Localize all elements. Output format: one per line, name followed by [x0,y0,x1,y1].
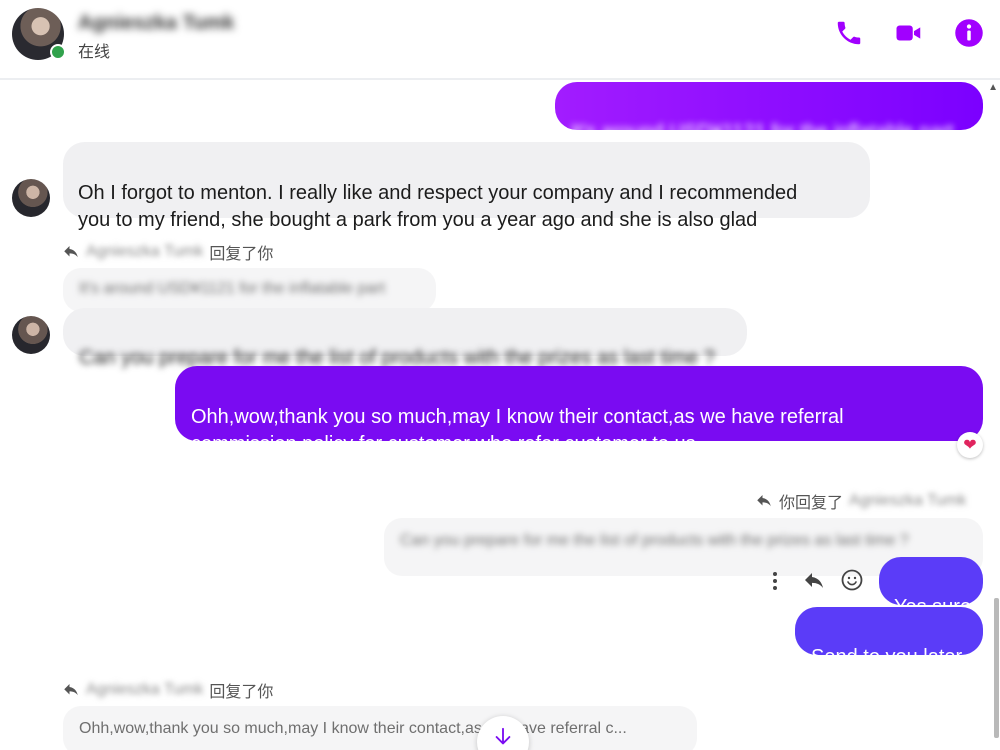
online-status-dot [50,44,66,60]
reply-indicator: Agnieszka Tumk 回复了你 [62,678,273,702]
outgoing-message-bubble[interactable]: It's around USD¥1121 for the inflatable … [555,82,983,143]
quoted-message[interactable]: It's around USD¥1121 for the inflatable … [63,268,436,312]
quoted-text: It's around USD¥1121 for the inflatable … [79,280,386,297]
chat-window: Agnieszka Tumk 在线 ▲ It's around USD¥1121… [0,0,1000,750]
scrollbar-thumb[interactable] [994,598,999,738]
contact-name[interactable]: Agnieszka Tumk [78,12,234,35]
reply-indicator: 你回复了 Agnieszka Tumk [755,489,966,513]
reply-arrow-icon [755,492,773,510]
reply-contact-name: Agnieszka Tumk [86,243,204,260]
heart-reaction-icon[interactable]: ❤ [957,432,983,458]
contact-avatar-small[interactable] [12,179,50,217]
video-camera-icon[interactable] [894,18,924,48]
more-options-icon[interactable] [763,569,787,593]
chat-header: Agnieszka Tumk 在线 [0,0,1000,80]
reaction-emoji: ❤ [963,437,977,454]
scroll-up-arrow-icon[interactable]: ▲ [988,82,998,93]
reply-label: 回复了你 [209,246,274,263]
quoted-text: Can you prepare for me the list of produ… [400,532,909,549]
incoming-message-bubble[interactable]: Oh I forgot to menton. I really like and… [63,142,870,231]
quoted-text: Ohh,wow,thank you so much,may I know the… [79,720,627,737]
arrow-down-icon [495,727,511,745]
reply-contact-name: Agnieszka Tumk [86,681,204,698]
message-text: Ohh,wow,thank you so much,may I know the… [191,406,844,455]
reply-arrow-icon [62,243,80,261]
message-text: Oh I forgot to menton. I really like and… [78,182,798,231]
reply-icon[interactable] [802,569,826,593]
outgoing-message-bubble[interactable]: Ohh,wow,thank you so much,may I know the… [175,366,983,455]
phone-icon[interactable] [834,18,864,48]
reply-indicator: Agnieszka Tumk 回复了你 [62,240,273,264]
contact-avatar-small[interactable] [12,316,50,354]
incoming-message-bubble[interactable]: Can you prepare for me the list of produ… [63,308,747,369]
outgoing-message-bubble[interactable]: Send to you later [795,607,983,668]
message-text: Send to you later [811,646,963,668]
message-text: It's around USD¥1121 for the inflatable … [571,121,954,143]
contact-status: 在线 [78,44,111,61]
reply-label: 回复了你 [209,684,274,701]
outgoing-message-bubble[interactable]: Yes,sure [879,557,983,618]
reply-contact-name: Agnieszka Tumk [849,492,967,509]
reply-arrow-icon [62,681,80,699]
quoted-message[interactable]: Ohh,wow,thank you so much,may I know the… [63,706,697,750]
reply-label: 你回复了 [779,495,844,512]
info-icon[interactable] [954,18,984,48]
emoji-reaction-icon[interactable] [840,568,864,592]
